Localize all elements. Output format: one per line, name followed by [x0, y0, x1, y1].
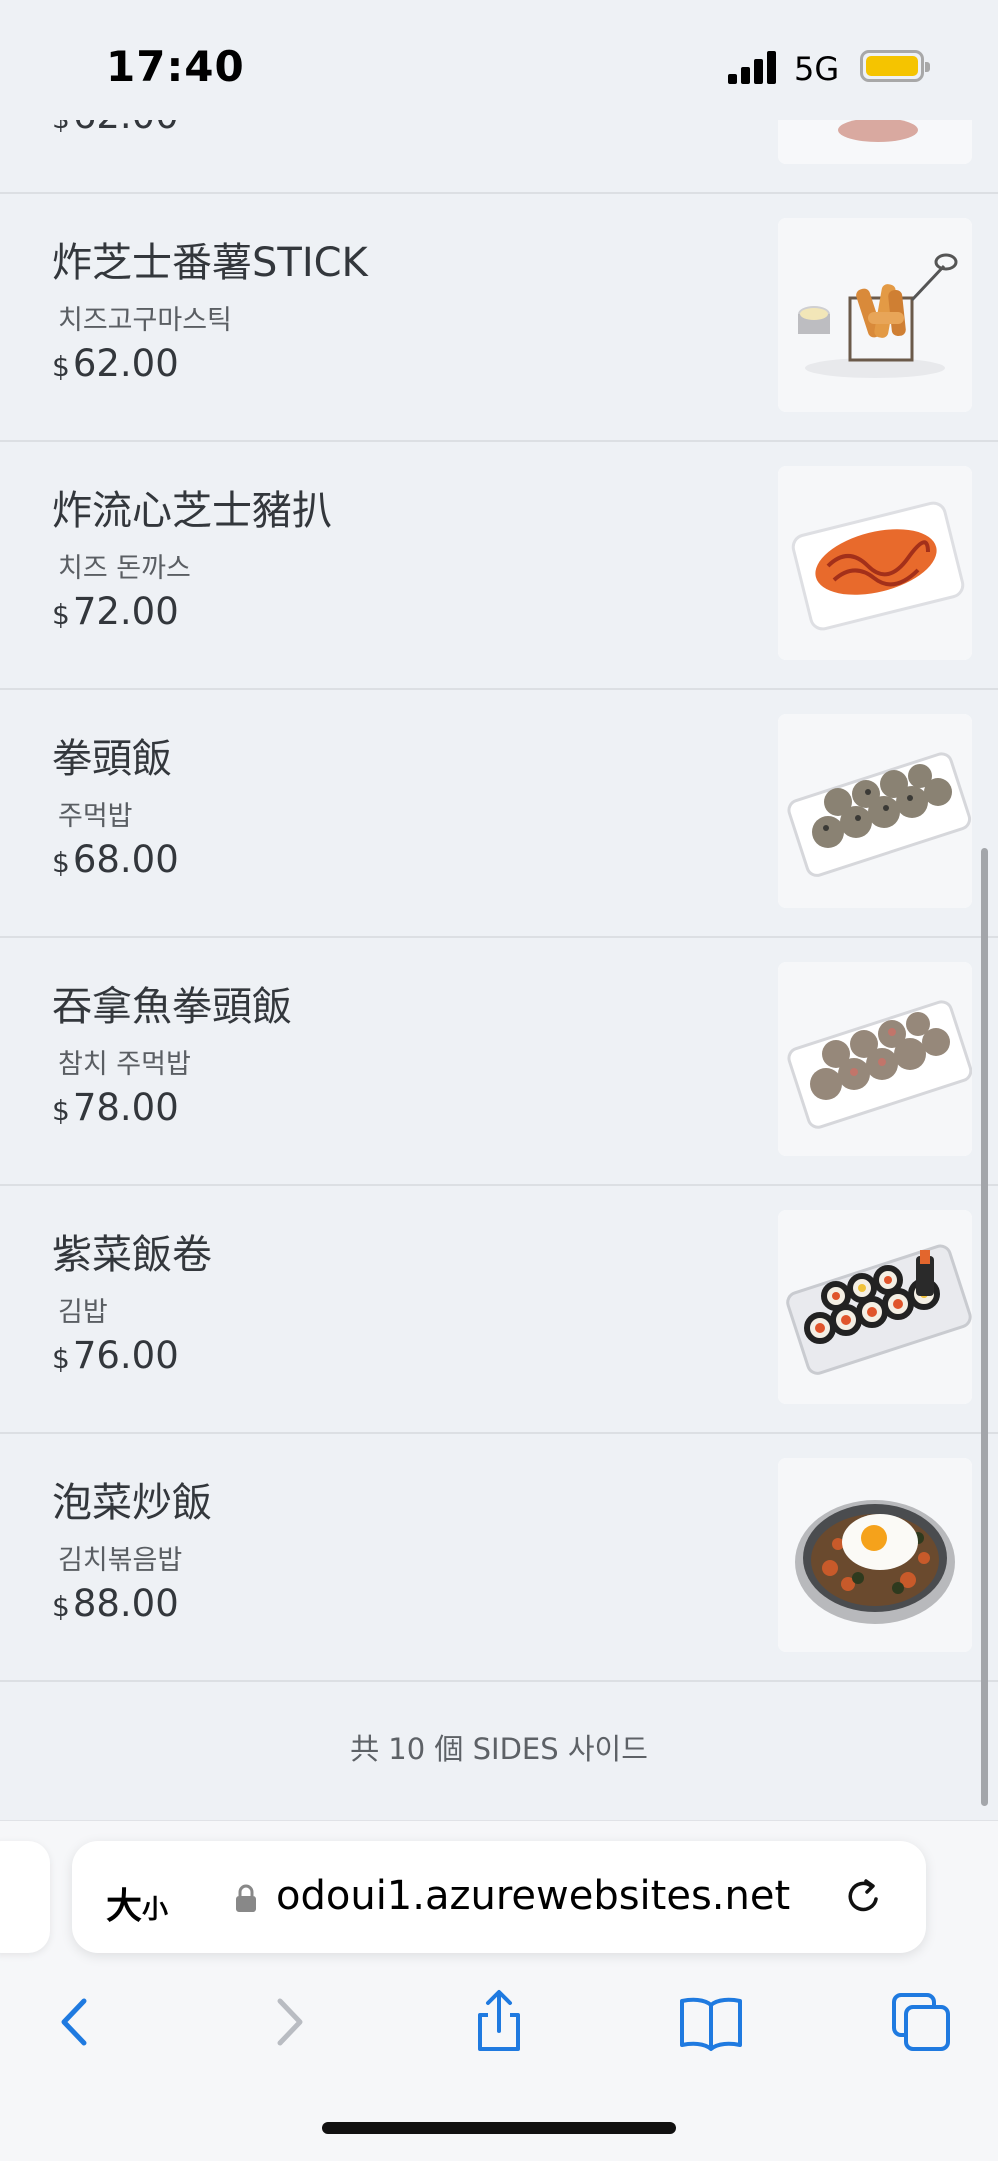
item-subtitle: 김치볶음밥 — [58, 1545, 183, 1576]
scrollbar[interactable] — [981, 848, 988, 1806]
item-image[interactable] — [778, 714, 972, 908]
item-price: $68.00 — [52, 838, 179, 881]
home-indicator[interactable] — [322, 2122, 676, 2134]
item-image[interactable] — [778, 962, 972, 1156]
signal-strength-icon — [728, 50, 780, 84]
item-name: 炸流心芝士豬扒 — [52, 488, 332, 534]
reload-icon[interactable] — [842, 1875, 886, 1919]
battery-icon — [860, 50, 930, 82]
address-bar[interactable]: 大小 odoui1.azurewebsites.net — [72, 1841, 926, 1953]
item-image[interactable] — [778, 466, 972, 660]
item-subtitle: 치즈 돈까스 — [58, 553, 191, 584]
item-name: 拳頭飯 — [52, 736, 172, 782]
lock-icon — [236, 1884, 256, 1912]
menu-item[interactable]: 拳頭飯 주먹밥 $68.00 — [0, 690, 998, 938]
item-image[interactable] — [778, 1458, 972, 1652]
book-icon — [680, 1997, 742, 2051]
menu-item[interactable]: 泡菜炒飯 김치볶음밥 $88.00 — [0, 1434, 998, 1682]
bookmarks-button[interactable] — [676, 1987, 746, 2057]
status-bar: 17:40 5G — [0, 0, 998, 120]
item-name: 紫菜飯卷 — [52, 1232, 212, 1278]
menu-item[interactable]: 炸芝士番薯STICK 치즈고구마스틱 $62.00 — [0, 194, 998, 442]
item-count-footer: 共 10 個 SIDES 사이드 — [350, 1732, 648, 1766]
text-size-button[interactable]: 大小 — [106, 1877, 168, 1929]
item-price: $88.00 — [52, 1582, 179, 1625]
item-price: $62.00 — [52, 342, 179, 385]
forward-button[interactable] — [254, 1987, 324, 2057]
item-subtitle: 김밥 — [58, 1297, 108, 1328]
back-button[interactable] — [40, 1987, 110, 2057]
item-subtitle: 주먹밥 — [58, 801, 133, 832]
item-name: 吞拿魚拳頭飯 — [52, 984, 292, 1030]
url-text[interactable]: odoui1.azurewebsites.net — [276, 1873, 790, 1919]
tabs-icon — [892, 1993, 950, 2051]
item-subtitle: 참치 주먹밥 — [58, 1049, 191, 1080]
previous-tab-preview[interactable] — [0, 1841, 50, 1953]
tabs-button[interactable] — [886, 1987, 956, 2057]
menu-item[interactable]: 紫菜飯卷 김밥 $76.00 — [0, 1186, 998, 1434]
item-price: $72.00 — [52, 590, 179, 633]
chevron-right-icon — [277, 1998, 303, 2046]
browser-bottom-bar: 大小 odoui1.azurewebsites.net — [0, 1820, 998, 2161]
share-icon — [478, 1990, 520, 2051]
item-image[interactable] — [778, 1210, 972, 1404]
status-time: 17:40 — [106, 42, 245, 91]
item-subtitle: 치즈고구마스틱 — [58, 305, 232, 336]
item-price: $78.00 — [52, 1086, 179, 1129]
chevron-left-icon — [61, 1998, 87, 2046]
item-name: 泡菜炒飯 — [52, 1480, 212, 1526]
network-type: 5G — [794, 50, 840, 88]
item-price: $76.00 — [52, 1334, 179, 1377]
item-name: 炸芝士番薯STICK — [52, 240, 368, 286]
item-image[interactable] — [778, 218, 972, 412]
menu-item[interactable]: 炸流心芝士豬扒 치즈 돈까스 $72.00 — [0, 442, 998, 690]
menu-item[interactable]: 吞拿魚拳頭飯 참치 주먹밥 $78.00 — [0, 938, 998, 1186]
share-button[interactable] — [464, 1987, 534, 2057]
